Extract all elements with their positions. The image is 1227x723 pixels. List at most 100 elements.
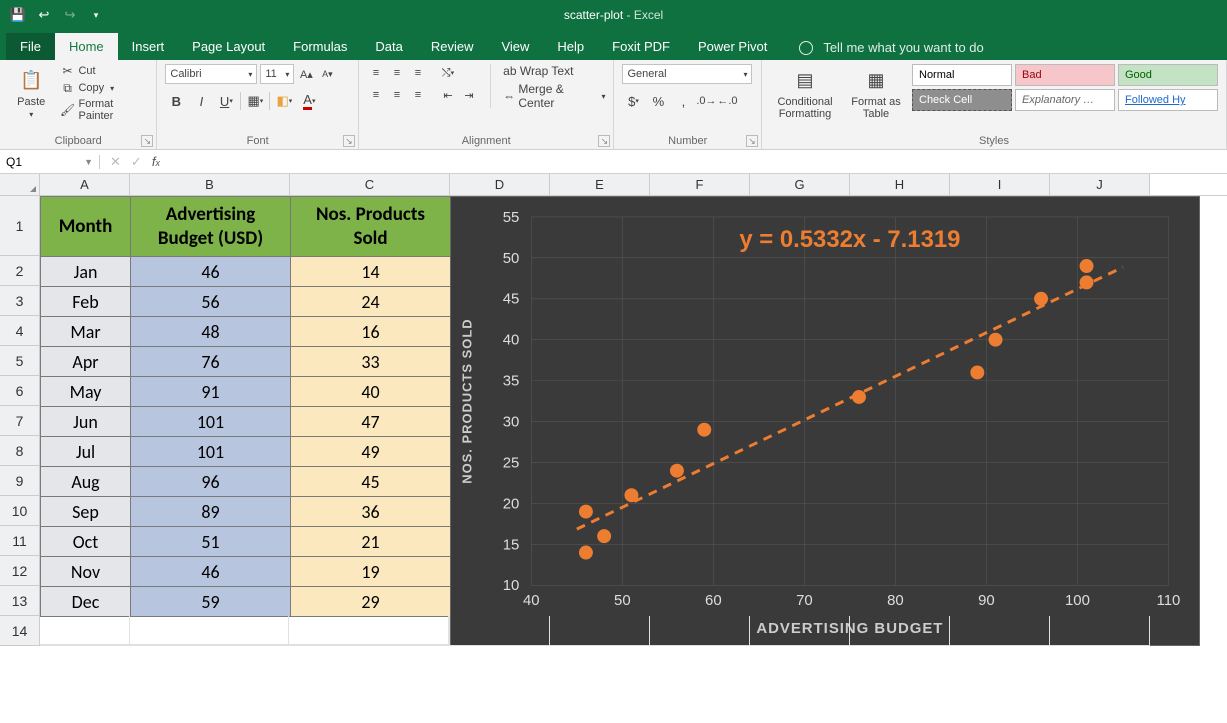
tab-view[interactable]: View	[487, 33, 543, 60]
cut-button[interactable]: ✂Cut	[60, 64, 148, 78]
cell-sold[interactable]: 49	[291, 437, 451, 467]
tab-insert[interactable]: Insert	[118, 33, 179, 60]
cells-area[interactable]: MonthAdvertising Budget (USD)Nos. Produc…	[40, 196, 1227, 646]
tab-foxit-pdf[interactable]: Foxit PDF	[598, 33, 684, 60]
header-budget[interactable]: Advertising Budget (USD)	[131, 197, 291, 257]
cell-sold[interactable]: 45	[291, 467, 451, 497]
tab-formulas[interactable]: Formulas	[279, 33, 361, 60]
row-header[interactable]: 7	[0, 406, 40, 436]
cell-sold[interactable]: 33	[291, 347, 451, 377]
tab-home[interactable]: Home	[55, 33, 118, 60]
header-sold[interactable]: Nos. Products Sold	[291, 197, 451, 257]
scatter-chart[interactable]: 40506070809010011010152025303540455055y …	[450, 196, 1200, 646]
cell-budget[interactable]: 46	[131, 557, 291, 587]
cell-budget[interactable]: 101	[131, 407, 291, 437]
tab-file[interactable]: File	[6, 33, 55, 60]
cell-month[interactable]: Jun	[41, 407, 131, 437]
font-color-button[interactable]: A▾	[298, 90, 320, 112]
decrease-indent-icon[interactable]: ⇤	[439, 86, 457, 104]
row-header[interactable]: 13	[0, 586, 40, 616]
dialog-launcher-icon[interactable]: ↘	[141, 135, 153, 147]
dialog-launcher-icon[interactable]: ↘	[746, 135, 758, 147]
align-top-icon[interactable]: ≡	[367, 64, 385, 82]
cell-month[interactable]: Sep	[41, 497, 131, 527]
column-header-A[interactable]: A	[40, 174, 130, 195]
column-header-D[interactable]: D	[450, 174, 550, 195]
row-header[interactable]: 2	[0, 256, 40, 286]
row-header[interactable]: 12	[0, 556, 40, 586]
cell-sold[interactable]: 24	[291, 287, 451, 317]
cell-budget[interactable]: 56	[131, 287, 291, 317]
cell-month[interactable]: Feb	[41, 287, 131, 317]
cell-sold[interactable]: 14	[291, 257, 451, 287]
cell-budget[interactable]: 48	[131, 317, 291, 347]
dialog-launcher-icon[interactable]: ↘	[598, 135, 610, 147]
increase-font-icon[interactable]: A▴	[297, 65, 315, 83]
paste-button[interactable]: 📋 Paste ▾	[8, 64, 54, 119]
column-header-J[interactable]: J	[1050, 174, 1150, 195]
cell-budget[interactable]: 96	[131, 467, 291, 497]
column-header-H[interactable]: H	[850, 174, 950, 195]
bold-button[interactable]: B	[165, 90, 187, 112]
column-header-I[interactable]: I	[950, 174, 1050, 195]
qat-customize-icon[interactable]: ▾	[86, 5, 106, 25]
cell-month[interactable]: Mar	[41, 317, 131, 347]
row-header[interactable]: 1	[0, 196, 40, 256]
number-format-select[interactable]: General▾	[622, 64, 752, 84]
align-middle-icon[interactable]: ≡	[388, 64, 406, 82]
cell-budget[interactable]: 101	[131, 437, 291, 467]
row-header[interactable]: 6	[0, 376, 40, 406]
tab-review[interactable]: Review	[417, 33, 488, 60]
cell-style-good[interactable]: Good	[1118, 64, 1218, 86]
underline-button[interactable]: U▾	[215, 90, 237, 112]
cell-sold[interactable]: 36	[291, 497, 451, 527]
fx-icon[interactable]: fx	[152, 154, 160, 169]
borders-button[interactable]: ▦▾	[244, 90, 266, 112]
cancel-formula-icon[interactable]: ✕	[110, 154, 121, 170]
select-all-button[interactable]	[0, 174, 40, 195]
cell-sold[interactable]: 47	[291, 407, 451, 437]
row-header[interactable]: 9	[0, 466, 40, 496]
align-center-icon[interactable]: ≡	[388, 86, 406, 104]
undo-icon[interactable]: ↩	[34, 5, 54, 25]
row-header[interactable]: 3	[0, 286, 40, 316]
row-header[interactable]: 10	[0, 496, 40, 526]
enter-formula-icon[interactable]: ✓	[131, 154, 142, 170]
cell-budget[interactable]: 59	[131, 587, 291, 617]
dialog-launcher-icon[interactable]: ↘	[343, 135, 355, 147]
cell-style-normal[interactable]: Normal	[912, 64, 1012, 86]
row-header[interactable]: 5	[0, 346, 40, 376]
cell-month[interactable]: May	[41, 377, 131, 407]
row-header[interactable]: 11	[0, 526, 40, 556]
increase-indent-icon[interactable]: ⇥	[460, 86, 478, 104]
format-painter-button[interactable]: 🖌Format Painter	[60, 98, 148, 122]
cell-style-followed-hyperlink[interactable]: Followed Hy	[1118, 89, 1218, 111]
italic-button[interactable]: I	[190, 90, 212, 112]
column-header-G[interactable]: G	[750, 174, 850, 195]
accounting-format-icon[interactable]: $▾	[622, 90, 644, 112]
tab-data[interactable]: Data	[361, 33, 416, 60]
decrease-decimal-icon[interactable]: ←.0	[718, 92, 736, 110]
copy-button[interactable]: ⧉Copy▾	[60, 81, 148, 95]
cell-sold[interactable]: 19	[291, 557, 451, 587]
cell-month[interactable]: Jul	[41, 437, 131, 467]
cell-month[interactable]: Aug	[41, 467, 131, 497]
tell-me[interactable]: Tell me what you want to do	[799, 40, 983, 60]
conditional-formatting-button[interactable]: ▤ Conditional Formatting	[770, 64, 840, 120]
cell-budget[interactable]: 76	[131, 347, 291, 377]
name-box[interactable]: Q1 ▼	[0, 155, 100, 169]
cell-month[interactable]: Oct	[41, 527, 131, 557]
cell-sold[interactable]: 21	[291, 527, 451, 557]
orientation-icon[interactable]: ⤭▾	[439, 64, 457, 82]
cell-sold[interactable]: 29	[291, 587, 451, 617]
column-header-E[interactable]: E	[550, 174, 650, 195]
tab-help[interactable]: Help	[543, 33, 598, 60]
comma-format-icon[interactable]: ,	[672, 90, 694, 112]
header-month[interactable]: Month	[41, 197, 131, 257]
increase-decimal-icon[interactable]: .0→	[697, 92, 715, 110]
row-header[interactable]: 8	[0, 436, 40, 466]
align-left-icon[interactable]: ≡	[367, 86, 385, 104]
cell-month[interactable]: Dec	[41, 587, 131, 617]
cell-budget[interactable]: 89	[131, 497, 291, 527]
tab-power-pivot[interactable]: Power Pivot	[684, 33, 781, 60]
